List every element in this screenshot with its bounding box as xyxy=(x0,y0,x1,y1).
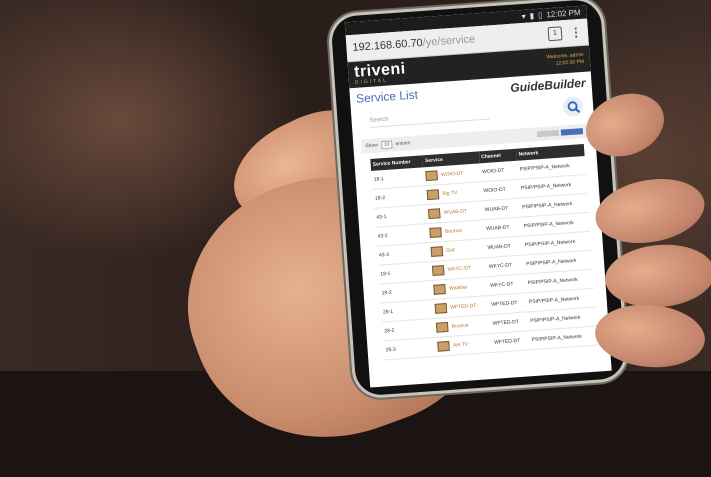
tab-switcher-button[interactable]: 1 xyxy=(547,26,563,42)
channel-cell: WFTED-DT xyxy=(491,330,531,353)
service-number: 28-3 xyxy=(383,337,437,360)
tv-icon xyxy=(428,208,442,220)
search-input[interactable]: Search xyxy=(369,106,490,128)
status-time: 12:02 PM xyxy=(546,7,581,20)
service-link[interactable]: Weather xyxy=(449,284,468,291)
service-link[interactable]: Grit xyxy=(446,247,454,254)
service-link[interactable]: WKYC-DT xyxy=(447,265,471,273)
tv-icon xyxy=(425,170,439,182)
phone-screen: ▾ ▮ ▯ 12:02 PM 192.168.60.70/ye/service … xyxy=(344,5,612,388)
tv-icon xyxy=(429,227,443,238)
service-link[interactable]: Bounce xyxy=(445,228,462,235)
service-link[interactable]: Big TV xyxy=(442,190,457,197)
brand-logo: triveni DIGITAL xyxy=(353,60,407,86)
service-link[interactable]: Bounce xyxy=(451,323,468,330)
user-welcome: Welcome, admin 12:02:30 PM xyxy=(546,51,585,67)
tv-icon xyxy=(433,284,447,295)
tv-icon xyxy=(437,340,451,352)
search-icon[interactable] xyxy=(562,96,584,118)
service-link[interactable]: WOIO-DT xyxy=(441,171,464,179)
service-cell[interactable]: Ant TV xyxy=(435,333,493,357)
smartphone: ▾ ▮ ▯ 12:02 PM 192.168.60.70/ye/service … xyxy=(330,0,627,397)
tv-icon xyxy=(431,246,444,257)
service-link[interactable]: WUAB-DT xyxy=(444,208,468,216)
tv-icon xyxy=(432,265,446,276)
tv-icon xyxy=(427,189,440,201)
tv-icon xyxy=(436,321,450,333)
view-toggle[interactable] xyxy=(536,128,584,138)
tv-icon xyxy=(435,302,448,314)
service-link[interactable]: WFTED-DT xyxy=(450,303,476,311)
service-link[interactable]: Ant TV xyxy=(453,342,469,349)
battery-icon: ▯ xyxy=(537,10,543,20)
entries-select[interactable]: 10 xyxy=(380,140,393,150)
browser-menu-icon[interactable]: ⋮ xyxy=(569,25,582,40)
service-table: Service Number Service Channel Network 1… xyxy=(370,144,598,360)
network-cell: PSIP/PSIP-A_Network xyxy=(528,326,598,350)
wifi-icon: ▾ xyxy=(521,11,526,22)
signal-icon: ▮ xyxy=(529,11,535,21)
